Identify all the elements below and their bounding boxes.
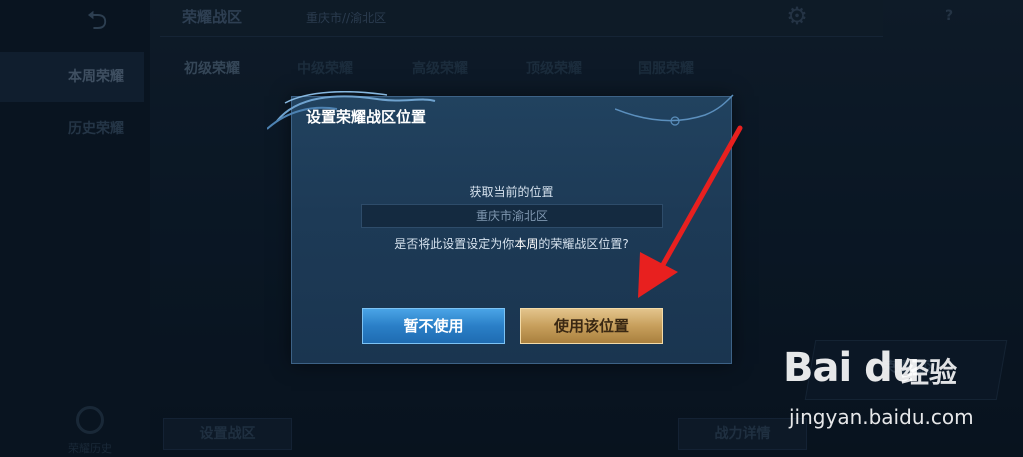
annotation-arrow-icon — [638, 125, 743, 298]
question-suffix: 的荣耀战区位置? — [538, 237, 629, 251]
question-prefix: 是否将此设置设定为你 — [394, 237, 515, 251]
use-location-button[interactable]: 使用该位置 — [520, 308, 663, 344]
question-highlight: 本周 — [514, 237, 539, 251]
baidu-jingyan-watermark: Bai du 经验 jingyan.baidu.com — [783, 345, 1013, 440]
watermark-logo: Bai du — [783, 345, 920, 391]
watermark-url: jingyan.baidu.com — [789, 405, 974, 429]
current-location-field: 重庆市渝北区 — [361, 204, 663, 228]
watermark-brand: 经验 — [901, 356, 958, 389]
cancel-button[interactable]: 暂不使用 — [362, 308, 505, 344]
dialog-title: 设置荣耀战区位置 — [306, 108, 427, 126]
